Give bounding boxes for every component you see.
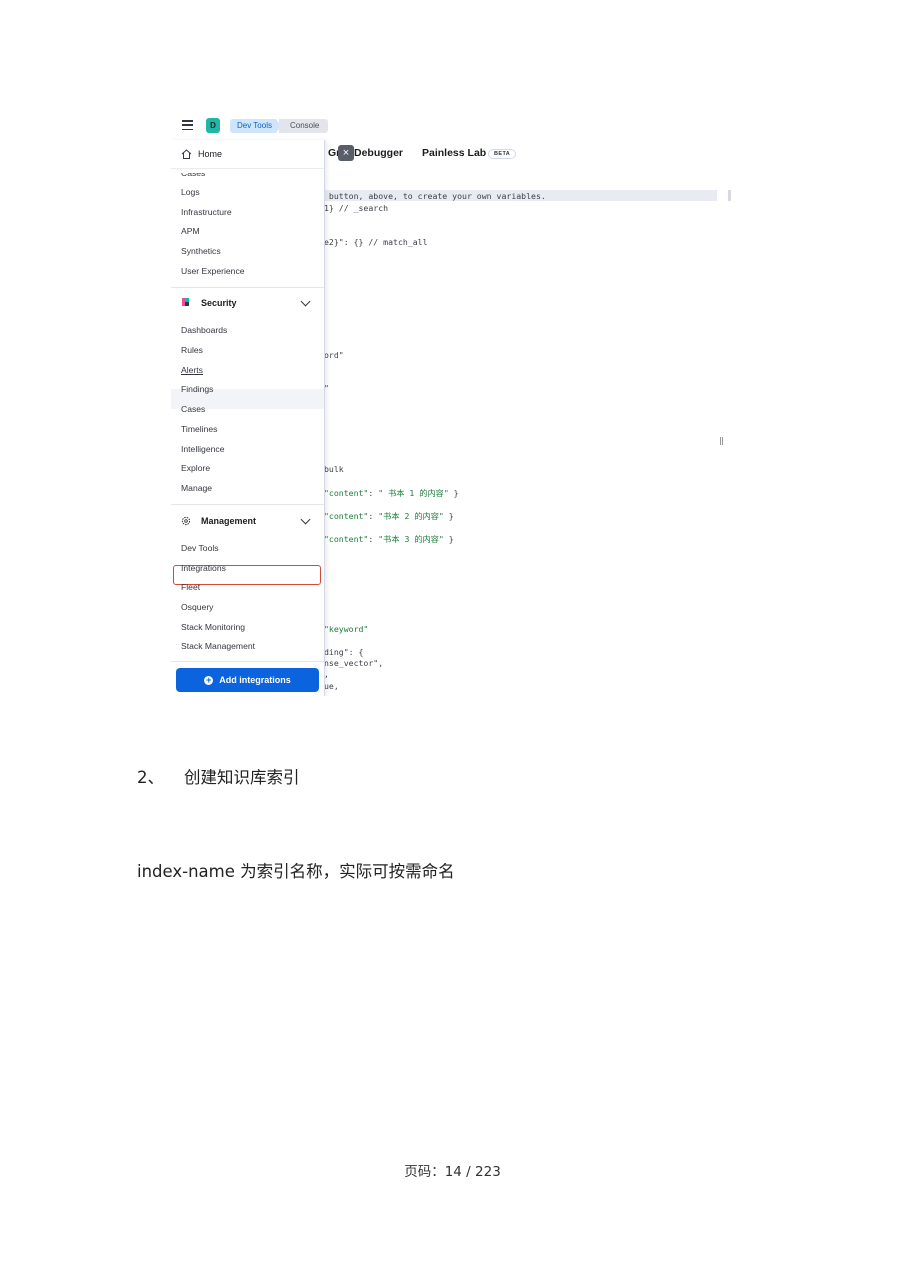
chevron-down-icon[interactable] (300, 514, 311, 525)
nav-home[interactable]: Home (171, 140, 324, 169)
nav-item-findings[interactable]: Findings (181, 384, 213, 394)
nav-section-management[interactable]: Management (201, 516, 256, 526)
nav-divider (171, 287, 324, 288)
nav-item-dev-tools[interactable]: Dev Tools (181, 543, 219, 553)
resize-handle[interactable] (720, 437, 723, 445)
nav-item-osquery[interactable]: Osquery (181, 602, 213, 612)
body-paragraph: index-name 为索引名称，实际可按需命名 (137, 862, 455, 881)
tab-painless-lab[interactable]: Painless Lab (422, 147, 486, 159)
code-line: ue, (324, 681, 339, 691)
code-line: "keyword" (324, 624, 369, 634)
breadcrumb-console: Console (278, 119, 329, 133)
gear-icon (181, 516, 191, 526)
nav-item-synthetics[interactable]: Synthetics (181, 246, 221, 256)
code-line: "content": "书本 3 的内容" } (324, 534, 454, 544)
nav-item-stack-management[interactable]: Stack Management (181, 641, 255, 651)
nav-item-explore[interactable]: Explore (181, 463, 210, 473)
nav-item-infrastructure[interactable]: Infrastructure (181, 207, 232, 217)
nav-divider (171, 661, 324, 662)
nav-item-stack-monitoring[interactable]: Stack Monitoring (181, 622, 245, 632)
code-line: e2}": {} // match_all (324, 237, 428, 247)
security-logo-icon (182, 298, 189, 306)
editor-scrollbar[interactable] (728, 190, 731, 201)
nav-item-rules[interactable]: Rules (181, 345, 203, 355)
kibana-screenshot: D Dev Tools Console Gr Debugger Painless… (171, 112, 733, 696)
side-nav: Home Cases Logs Infrastructure APM Synth… (171, 140, 325, 696)
close-icon[interactable]: × (338, 145, 354, 161)
nav-item-cases[interactable]: Cases (181, 404, 205, 414)
nav-item-apm[interactable]: APM (181, 226, 200, 236)
menu-icon[interactable] (182, 120, 193, 130)
nav-item-alerts[interactable]: Alerts (181, 365, 203, 375)
nav-item-logs[interactable]: Logs (181, 187, 200, 197)
nav-item-fleet[interactable]: Fleet (181, 582, 200, 592)
code-line: "content": "书本 2 的内容" } (324, 511, 454, 521)
code-line: ding": { (324, 647, 364, 657)
chevron-down-icon[interactable] (300, 296, 311, 307)
section-title: 创建知识库索引 (184, 768, 300, 787)
section-heading: 2、 创建知识库索引 (137, 764, 300, 788)
tab-grok-debugger[interactable]: Debugger (354, 147, 403, 159)
code-line: 1} // _search (324, 203, 389, 213)
nav-item-manage[interactable]: Manage (181, 483, 212, 493)
nav-item-cases-obs[interactable]: Cases (181, 173, 205, 178)
plus-icon: + (204, 674, 214, 685)
nav-divider (171, 504, 324, 505)
code-line: ord" (324, 350, 344, 360)
code-line: button, above, to create your own variab… (324, 191, 546, 201)
nav-item-integrations[interactable]: Integrations (181, 563, 226, 573)
add-integrations-label: Add integrations (219, 675, 291, 685)
beta-badge: BETA (488, 149, 517, 159)
nav-item-timelines[interactable]: Timelines (181, 424, 217, 434)
add-integrations-button[interactable]: + Add integrations (176, 668, 319, 692)
nav-section-security[interactable]: Security (201, 298, 237, 308)
breadcrumb: Dev Tools Console (230, 119, 329, 133)
section-number: 2、 (137, 768, 164, 787)
nav-item-dashboards[interactable]: Dashboards (181, 325, 227, 335)
nav-item-intelligence[interactable]: Intelligence (181, 444, 224, 454)
dev-tools-tabs: Gr Debugger Painless Lab BETA (328, 140, 733, 165)
breadcrumb-dev-tools[interactable]: Dev Tools (230, 119, 281, 133)
space-avatar[interactable]: D (206, 118, 220, 133)
nav-item-user-experience[interactable]: User Experience (181, 266, 245, 276)
home-icon (181, 149, 192, 159)
code-line: "content": " 书本 1 的内容" } (324, 488, 459, 498)
nav-home-label: Home (198, 149, 223, 159)
code-line: nse_vector", (324, 658, 384, 668)
kibana-header: D Dev Tools Console (171, 112, 733, 140)
code-line: bulk (324, 464, 344, 474)
page-number: 页码：14 / 223 (404, 1164, 501, 1180)
